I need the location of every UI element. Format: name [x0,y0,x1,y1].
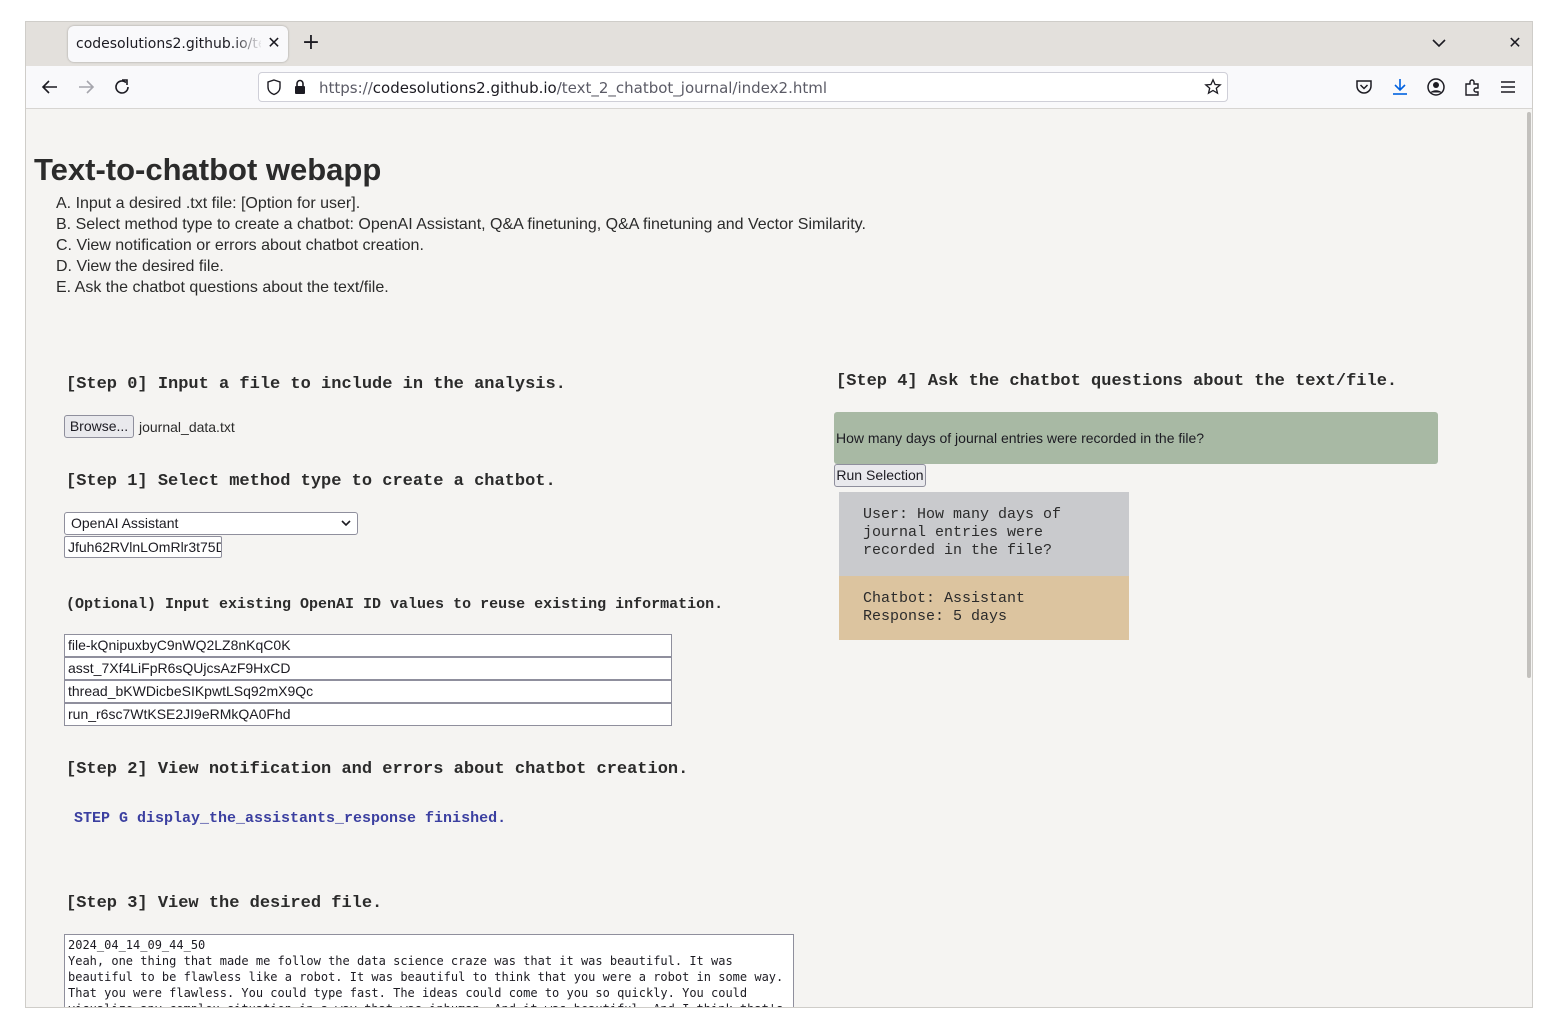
run-selection-button[interactable]: Run Selection [834,464,926,487]
assistant-id-input[interactable]: asst_7Xf4LiFpR6sQUjcsAzF9HxCD [64,657,672,680]
status-message: STEP G display_the_assistants_response f… [74,810,507,827]
method-type-select[interactable]: OpenAI Assistant [64,512,358,535]
account-icon[interactable] [1425,76,1447,98]
pocket-icon[interactable] [1353,76,1375,98]
step1-heading: [Step 1] Select method type to create a … [66,472,556,491]
file-content-text: 2024_04_14_09_44_50 Yeah, one thing that… [68,938,784,1007]
reload-icon[interactable] [111,76,133,98]
url-text[interactable]: https://codesolutions2.github.io/text_2_… [319,79,827,97]
step4-heading: [Step 4] Ask the chatbot questions about… [836,372,1398,391]
instruction-item: D. View the desired file. [56,258,224,275]
browser-window: codesolutions2.github.io/text_2_chatbot_… [26,22,1532,1007]
question-input[interactable]: How many days of journal entries were re… [834,412,1438,464]
chevron-down-icon [339,516,353,530]
instruction-item: E. Ask the chatbot questions about the t… [56,279,389,296]
page-title: Text-to-chatbot webapp [34,152,382,187]
instructions-list: A. Input a desired .txt file: [Option fo… [56,193,866,298]
run-id-input[interactable]: run_r6sc7WtKSE2JI9eRMkQA0Fhd [64,703,672,726]
chat-log: User: How many days of journal entries w… [839,492,1129,640]
tab-close-icon[interactable]: ✕ [265,34,283,52]
api-key-input[interactable]: Jfuh62RVlnLOmRlr3t75D [64,536,222,558]
lock-icon[interactable] [291,78,309,96]
user-message: User: How many days of journal entries w… [839,492,1129,576]
new-tab-icon[interactable]: + [300,32,322,55]
tab-strip: codesolutions2.github.io/text_2_chatbot_… [26,22,1532,66]
page-scrollbar[interactable] [1527,112,1531,678]
page-content: Text-to-chatbot webapp A. Input a desire… [26,109,1532,1007]
instruction-item: B. Select method type to create a chatbo… [56,216,866,233]
file-content-textarea[interactable]: 2024_04_14_09_44_50 Yeah, one thing that… [64,934,794,1007]
navigation-toolbar: https://codesolutions2.github.io/text_2_… [26,66,1532,109]
bot-message: Chatbot: Assistant Response: 5 days [839,576,1129,640]
step0-heading: [Step 0] Input a file to include in the … [66,375,566,394]
menu-hamburger-icon[interactable] [1497,76,1519,98]
extensions-icon[interactable] [1461,76,1483,98]
instruction-item: C. View notification or errors about cha… [56,237,424,254]
optional-ids-heading: (Optional) Input existing OpenAI ID valu… [66,596,724,613]
bookmark-star-icon[interactable] [1204,78,1222,96]
downloads-icon[interactable] [1389,76,1411,98]
selected-file-name: journal_data.txt [139,419,235,435]
address-bar[interactable]: https://codesolutions2.github.io/text_2_… [258,72,1228,102]
back-icon[interactable] [39,76,61,98]
step3-heading: [Step 3] View the desired file. [66,894,383,913]
file-id-input[interactable]: file-kQnipuxbyC9nWQ2LZ8nKqC0K [64,634,672,657]
browse-button[interactable]: Browse... [64,415,134,438]
list-tabs-chevron-icon[interactable] [1430,34,1448,52]
step2-heading: [Step 2] View notification and errors ab… [66,760,689,779]
thread-id-input[interactable]: thread_bKWDicbeSIKpwtLSq92mX9Qc [64,680,672,703]
forward-icon[interactable] [75,76,97,98]
instruction-item: A. Input a desired .txt file: [Option fo… [56,195,361,212]
browser-tab[interactable]: codesolutions2.github.io/text_2_chatbot_… [68,26,288,62]
method-selected-value: OpenAI Assistant [71,515,179,531]
window-close-icon[interactable]: ✕ [1506,34,1524,52]
shield-icon[interactable] [265,78,283,96]
